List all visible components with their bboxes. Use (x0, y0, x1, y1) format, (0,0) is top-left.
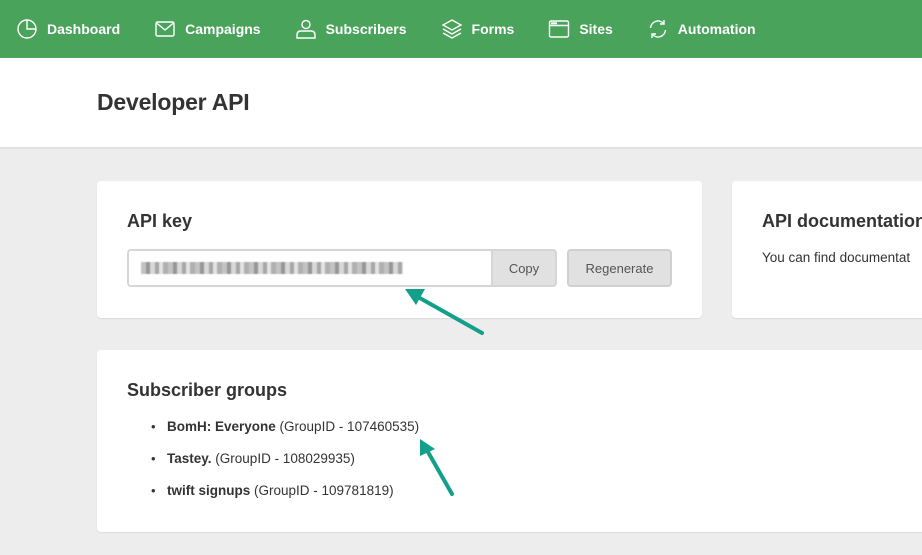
api-documentation-title: API documentation (762, 211, 922, 231)
api-documentation-text: You can find documentat (762, 250, 911, 265)
user-icon (295, 19, 316, 39)
nav-label: Sites (579, 21, 613, 37)
envelope-icon (155, 21, 175, 37)
nav-item-dashboard[interactable]: Dashboard (16, 18, 120, 40)
layers-icon (441, 19, 462, 39)
regenerate-button[interactable]: Regenerate (567, 249, 672, 287)
page-title: Developer API (97, 89, 250, 115)
nav-item-automation[interactable]: Automation (647, 18, 756, 40)
nav-label: Campaigns (185, 21, 261, 37)
nav-label: Subscribers (325, 21, 407, 37)
browser-window-icon (549, 20, 570, 38)
api-key-card: API key Copy Regenerate (97, 181, 702, 318)
nav-item-sites[interactable]: Sites (548, 18, 613, 40)
subscriber-group-list: BomH: Everyone (GroupID - 107460535) Tas… (151, 418, 419, 514)
group-name: Tastey. (167, 451, 212, 466)
subscriber-groups-card: Subscriber groups BomH: Everyone (GroupI… (97, 350, 922, 532)
page-header: Developer API (0, 58, 922, 149)
nav-item-subscribers[interactable]: Subscribers (295, 18, 407, 40)
group-id: (GroupID - 109781819) (254, 483, 394, 498)
nav-label: Dashboard (47, 21, 121, 37)
group-name: twift signups (167, 483, 251, 498)
group-id: (GroupID - 107460535) (279, 419, 420, 434)
copy-button[interactable]: Copy (491, 249, 557, 287)
list-item: BomH: Everyone (GroupID - 107460535) (151, 418, 419, 450)
list-item: twift signups (GroupID - 109781819) (151, 482, 419, 514)
group-id: (GroupID - 108029935) (215, 451, 355, 466)
refresh-icon (649, 20, 666, 38)
api-key-title: API key (127, 211, 193, 231)
redacted-api-key (141, 262, 403, 274)
nav-label: Automation (677, 21, 756, 37)
subscriber-groups-title: Subscriber groups (127, 380, 288, 400)
group-name: BomH: Everyone (167, 419, 276, 434)
list-item: Tastey. (GroupID - 108029935) (151, 450, 419, 482)
api-key-field[interactable] (127, 249, 491, 287)
api-documentation-card: API documentation You can find documenta… (732, 181, 922, 318)
pie-chart-icon (17, 19, 37, 39)
nav-item-campaigns[interactable]: Campaigns (154, 18, 261, 40)
top-navigation: Dashboard Campaigns Subscribers Forms Si… (0, 0, 922, 58)
nav-item-forms[interactable]: Forms (441, 18, 515, 40)
nav-label: Forms (471, 21, 515, 37)
